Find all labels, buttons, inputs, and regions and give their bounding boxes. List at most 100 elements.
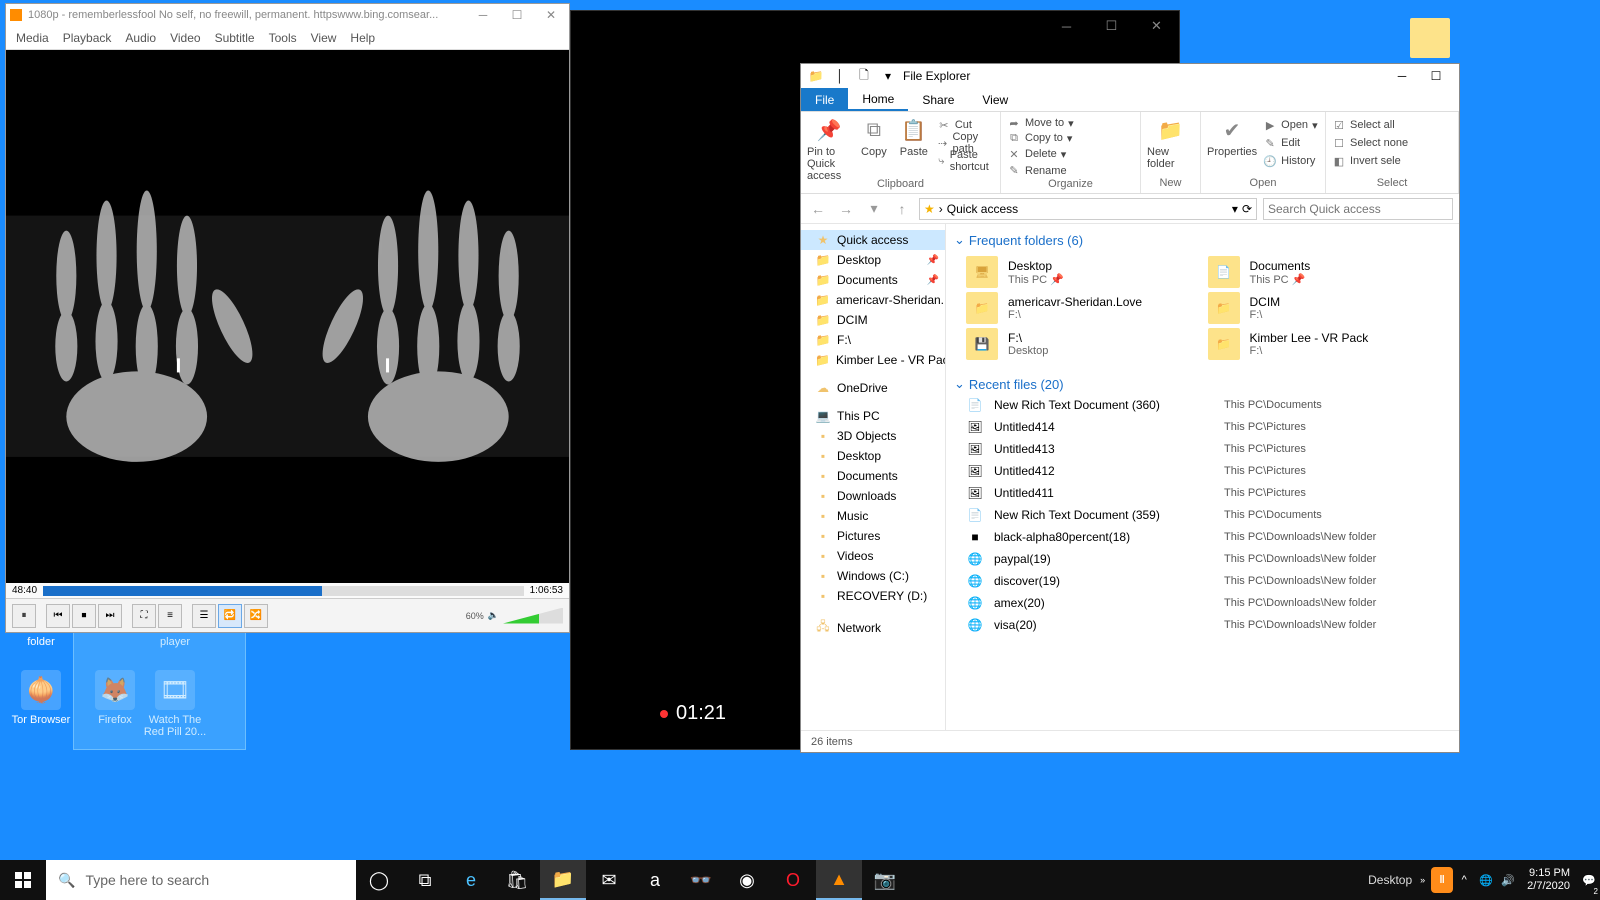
vlc-seekbar[interactable] (43, 586, 524, 596)
vlc-titlebar[interactable]: 1080p - rememberlessfool No self, no fre… (6, 4, 569, 26)
loop-button[interactable]: 🔁 (218, 604, 242, 628)
nav-pc-item[interactable]: ▪3D Objects (801, 426, 945, 446)
network-icon[interactable]: 🌐 (1475, 860, 1497, 900)
tray-app-icon[interactable]: ‖ (1431, 860, 1453, 900)
nav-pc-item[interactable]: ▪Desktop (801, 446, 945, 466)
frequent-folder[interactable]: 📁americavr-Sheridan.LoveF:\ (966, 292, 1198, 324)
nav-pc-item[interactable]: ▪RECOVERY (D:) (801, 586, 945, 606)
recent-file-row[interactable]: 🖼Untitled412This PC\Pictures (946, 460, 1459, 482)
frequent-folder[interactable]: 🖥DesktopThis PC 📌 (966, 256, 1198, 288)
new-folder-button[interactable]: 📁New folder (1147, 116, 1194, 170)
frequent-folder[interactable]: 📁Kimber Lee - VR PackF:\ (1208, 328, 1440, 360)
menu-playback[interactable]: Playback (63, 31, 112, 45)
next-button[interactable]: ⏭ (98, 604, 122, 628)
open-button[interactable]: ▶Open ▾ (1263, 116, 1317, 134)
volume-tray-icon[interactable]: 🔊 (1497, 860, 1519, 900)
maximize-button[interactable]: ☐ (1089, 11, 1134, 41)
menu-view[interactable]: View (311, 31, 337, 45)
fullscreen-button[interactable]: ⛶ (132, 604, 156, 628)
volume-slider[interactable] (503, 608, 563, 624)
recent-file-row[interactable]: 🖼Untitled414This PC\Pictures (946, 416, 1459, 438)
cortana-icon[interactable]: ◯ (356, 860, 402, 900)
tab-home[interactable]: Home (848, 88, 908, 111)
menu-subtitle[interactable]: Subtitle (215, 31, 255, 45)
nav-this-pc[interactable]: 💻This PC (801, 406, 945, 426)
back-button[interactable]: ← (807, 198, 829, 220)
show-hidden-icons[interactable]: ^ (1453, 860, 1475, 900)
paste-shortcut-button[interactable]: ⤷Paste shortcut (937, 152, 994, 170)
tab-file[interactable]: File (801, 88, 848, 111)
history-button[interactable]: 🕘History (1263, 152, 1317, 170)
select-none-button[interactable]: ☐Select none (1332, 134, 1408, 152)
amazon-icon[interactable]: a (632, 860, 678, 900)
fe-content-pane[interactable]: ⌄ Frequent folders (6) 🖥DesktopThis PC 📌 📄… (946, 224, 1459, 730)
address-bar[interactable]: ★ › ▾ ⟳ (919, 198, 1257, 220)
chevron-right-icon[interactable]: » (1420, 875, 1431, 885)
properties-button[interactable]: ✔Properties (1207, 116, 1257, 158)
tab-share[interactable]: Share (908, 88, 968, 111)
tripadvisor-icon[interactable]: 👓 (678, 860, 724, 900)
minimize-button[interactable]: ─ (469, 5, 497, 25)
recent-file-row[interactable]: 🖼Untitled413This PC\Pictures (946, 438, 1459, 460)
file-explorer-icon[interactable]: 📁 (540, 860, 586, 900)
move-to-button[interactable]: ➦Move to ▾ (1007, 116, 1074, 131)
vlc-taskbar-icon[interactable]: ▲ (816, 860, 862, 900)
nav-item[interactable]: 📁DCIM (801, 310, 945, 330)
tab-view[interactable]: View (968, 88, 1022, 111)
stop-button[interactable]: ⏹ (72, 604, 96, 628)
recent-file-row[interactable]: 🌐visa(20)This PC\Downloads\New folder (946, 614, 1459, 636)
desktop-toolbar-label[interactable]: Desktop (1360, 873, 1420, 887)
nav-pc-item[interactable]: ▪Documents (801, 466, 945, 486)
nav-pc-item[interactable]: ▪Videos (801, 546, 945, 566)
nav-pc-item[interactable]: ▪Pictures (801, 526, 945, 546)
frequent-folders-header[interactable]: ⌄ Frequent folders (6) (946, 230, 1459, 250)
dropdown-icon[interactable]: ▾ (1232, 202, 1238, 216)
minimize-button[interactable]: ─ (1044, 11, 1089, 41)
vlc-video-area[interactable] (6, 50, 569, 583)
circle-app-icon[interactable]: ◉ (724, 860, 770, 900)
search-box[interactable] (1263, 198, 1453, 220)
nav-onedrive[interactable]: ☁OneDrive (801, 378, 945, 398)
nav-item[interactable]: 📁Desktop📌 (801, 250, 945, 270)
taskbar[interactable]: 🔍 Type here to search ◯ ⧉ e 🛍 📁 ✉ a 👓 ◉ … (0, 860, 1600, 900)
action-center-icon[interactable]: 💬2 (1578, 860, 1600, 900)
refresh-icon[interactable]: ⟳ (1242, 202, 1252, 216)
nav-network[interactable]: 🖧Network (801, 614, 945, 641)
nav-pc-item[interactable]: ▪Downloads (801, 486, 945, 506)
recent-files-header[interactable]: ⌄ Recent files (20) (946, 374, 1459, 394)
recent-file-row[interactable]: 🌐paypal(19)This PC\Downloads\New folder (946, 548, 1459, 570)
opera-icon[interactable]: O (770, 860, 816, 900)
forward-button[interactable]: → (835, 198, 857, 220)
frequent-folder[interactable]: 📁DCIMF:\ (1208, 292, 1440, 324)
mail-icon[interactable]: ✉ (586, 860, 632, 900)
recent-file-row[interactable]: ■black-alpha80percent(18)This PC\Downloa… (946, 526, 1459, 548)
properties-icon[interactable]: 🗋 (855, 68, 873, 84)
recent-file-row[interactable]: 🌐discover(19)This PC\Downloads\New folde… (946, 570, 1459, 592)
menu-audio[interactable]: Audio (125, 31, 156, 45)
copy-button[interactable]: ⧉Copy (857, 116, 891, 158)
taskbar-search[interactable]: 🔍 Type here to search (46, 860, 356, 900)
edit-button[interactable]: ✎Edit (1263, 134, 1317, 152)
rename-button[interactable]: ✎Rename (1007, 163, 1067, 178)
nav-pc-item[interactable]: ▪Music (801, 506, 945, 526)
pin-button[interactable]: 📌Pin to Quick access (807, 116, 851, 182)
select-all-button[interactable]: ☑Select all (1332, 116, 1395, 134)
settings-button[interactable]: ≡ (158, 604, 182, 628)
nav-pc-item[interactable]: ▪Windows (C:) (801, 566, 945, 586)
search-input[interactable] (1268, 202, 1448, 216)
frequent-folder[interactable]: 💾F:\Desktop (966, 328, 1198, 360)
fe-nav-pane[interactable]: ★Quick access📁Desktop📌📁Documents📌📁americ… (801, 224, 946, 730)
store-icon[interactable]: 🛍 (494, 860, 540, 900)
newfolder-icon[interactable]: ▾ (879, 68, 897, 84)
copy-to-button[interactable]: ⧉Copy to ▾ (1007, 131, 1072, 146)
maximize-button[interactable]: ☐ (1419, 65, 1453, 87)
desktop-icon-tor[interactable]: 🧅Tor Browser (6, 670, 76, 726)
recent-file-row[interactable]: 🌐amex(20)This PC\Downloads\New folder (946, 592, 1459, 614)
paste-button[interactable]: 📋Paste (897, 116, 931, 158)
prev-button[interactable]: ⏮ (46, 604, 70, 628)
recent-file-row[interactable]: 📄New Rich Text Document (359)This PC\Doc… (946, 504, 1459, 526)
nav-quick-access[interactable]: ★Quick access (801, 230, 945, 250)
camera-icon[interactable]: 📷 (862, 860, 908, 900)
menu-video[interactable]: Video (170, 31, 200, 45)
nav-item[interactable]: 📁F:\ (801, 330, 945, 350)
